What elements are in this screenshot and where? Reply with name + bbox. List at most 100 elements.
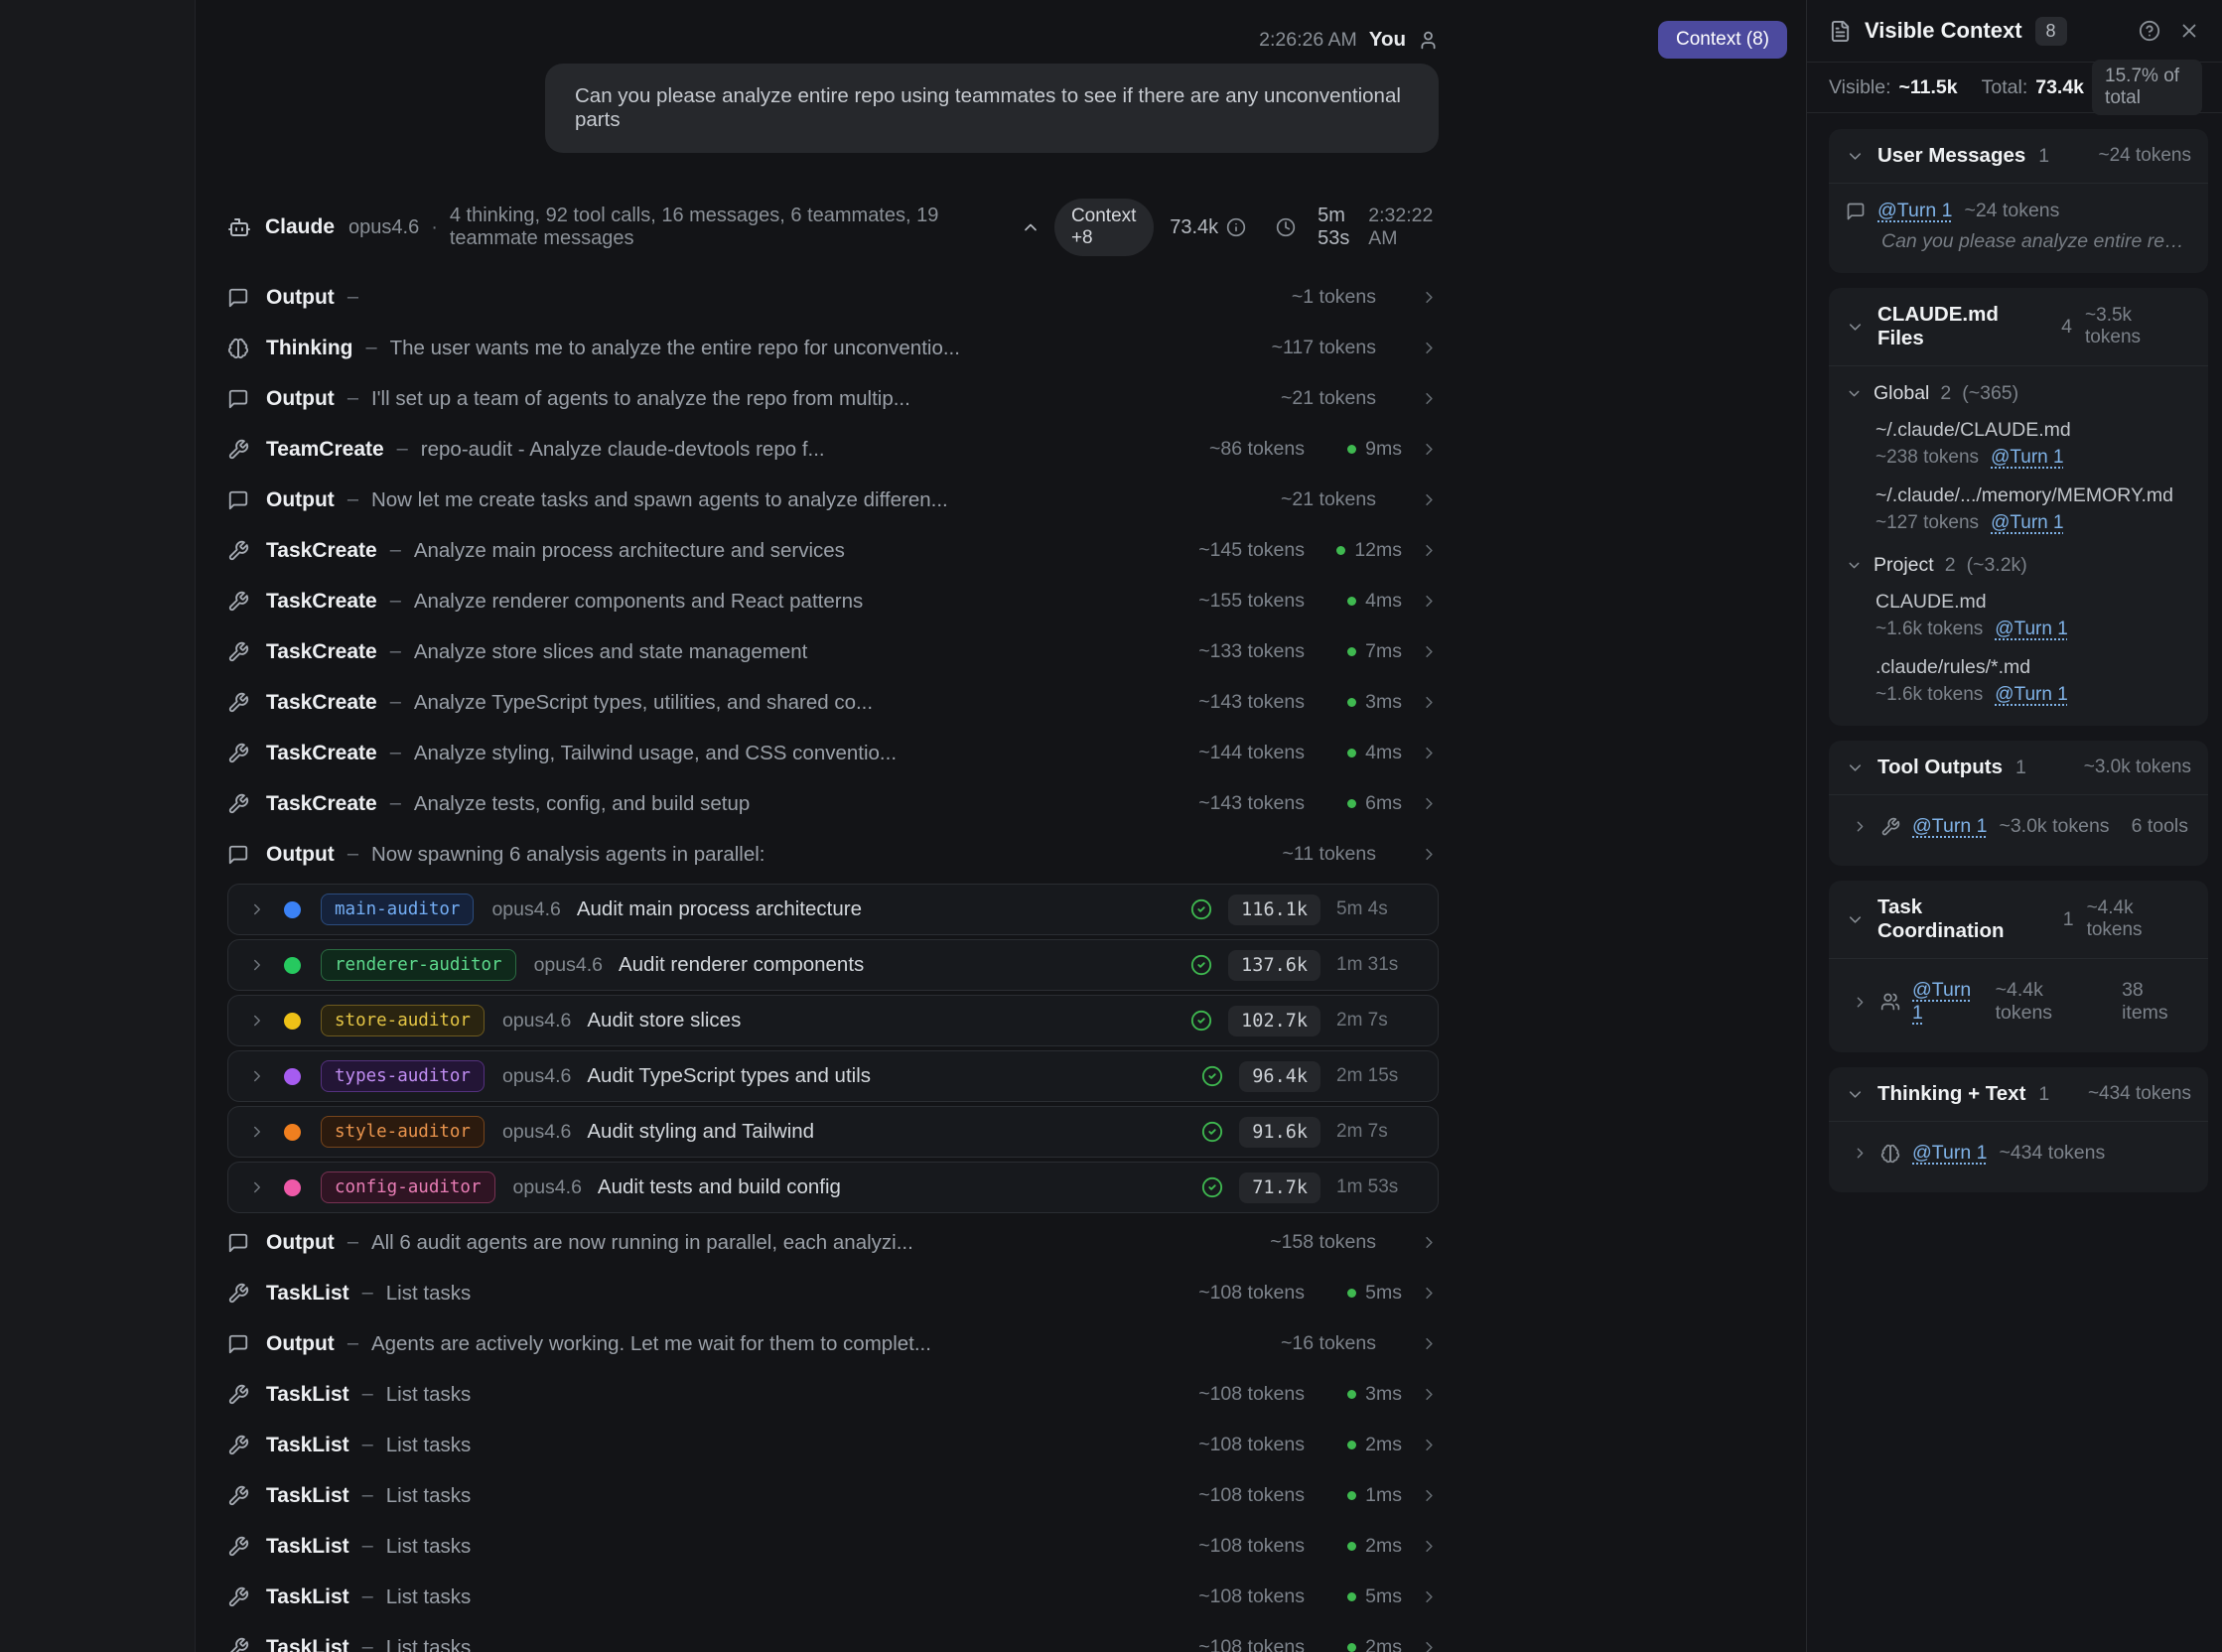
timeline-entry-tasklist[interactable]: TaskList–List tasks~108 tokens2ms [227, 1420, 1439, 1470]
turn-link[interactable]: @Turn 1 [1912, 815, 1987, 838]
context-count-button[interactable]: Context (8) [1658, 21, 1787, 59]
close-icon[interactable] [2178, 20, 2200, 42]
section-header[interactable]: Thinking + Text1~434 tokens [1829, 1067, 2208, 1121]
chevron-right-icon[interactable] [1420, 490, 1439, 509]
expand-chevron-right-icon[interactable] [248, 900, 266, 918]
help-icon[interactable] [2139, 20, 2160, 42]
message-square-icon [227, 388, 249, 410]
section-header[interactable]: Tool Outputs1~3.0k tokens [1829, 741, 2208, 794]
chevron-down-icon[interactable] [1846, 385, 1863, 402]
timeline-entry-tasklist[interactable]: TaskList–List tasks~108 tokens3ms [227, 1369, 1439, 1420]
chevron-down-icon[interactable] [1846, 758, 1865, 777]
section-header[interactable]: User Messages1~24 tokens [1829, 129, 2208, 183]
chevron-right-icon[interactable] [1852, 818, 1869, 835]
conversation-area: 2:26:26 AM You Can you please analyze en… [195, 0, 1806, 1652]
agent-row-types-auditor[interactable]: types-auditoropus4.6Audit TypeScript typ… [227, 1050, 1439, 1102]
agent-row-renderer-auditor[interactable]: renderer-auditoropus4.6Audit renderer co… [227, 939, 1439, 991]
info-icon[interactable] [1226, 217, 1246, 237]
chevron-right-icon[interactable] [1420, 642, 1439, 661]
turn-link[interactable]: @Turn 1 [1995, 619, 2068, 640]
agent-row-config-auditor[interactable]: config-auditoropus4.6Audit tests and bui… [227, 1162, 1439, 1213]
timeline-entry-tasklist[interactable]: TaskList–List tasks~108 tokens5ms [227, 1572, 1439, 1622]
timeline-entry-taskcreate[interactable]: TaskCreate–Analyze store slices and stat… [227, 626, 1439, 677]
agent-row-style-auditor[interactable]: style-auditoropus4.6Audit styling and Ta… [227, 1106, 1439, 1158]
timeline-entry-taskcreate[interactable]: TaskCreate–Analyze TypeScript types, uti… [227, 677, 1439, 728]
collapse-turn-chevron-up-icon[interactable] [1021, 217, 1041, 237]
chevron-down-icon[interactable] [1846, 910, 1865, 929]
timeline-entry-tasklist[interactable]: TaskList–List tasks~108 tokens5ms [227, 1268, 1439, 1318]
timeline-entry-output[interactable]: Output–All 6 audit agents are now runnin… [227, 1217, 1439, 1268]
chevron-right-icon[interactable] [1420, 440, 1439, 459]
percent-of-total-badge: 15.7% of total [2092, 60, 2202, 115]
agent-duration: 1m 31s [1336, 954, 1418, 976]
chevron-right-icon[interactable] [1420, 1436, 1439, 1454]
agent-row-main-auditor[interactable]: main-auditoropus4.6Audit main process ar… [227, 884, 1439, 935]
chevron-down-icon[interactable] [1846, 557, 1863, 574]
timeline-entry-output[interactable]: Output–Now spawning 6 analysis agents in… [227, 829, 1439, 880]
chevron-right-icon[interactable] [1420, 339, 1439, 357]
expand-chevron-right-icon[interactable] [248, 1067, 266, 1085]
timeline-entry-taskcreate[interactable]: TaskCreate–Analyze tests, config, and bu… [227, 778, 1439, 829]
chevron-right-icon[interactable] [1852, 1145, 1869, 1162]
timeline-entry-output[interactable]: Output–I'll set up a team of agents to a… [227, 373, 1439, 424]
turn-link[interactable]: @Turn 1 [1995, 684, 2068, 706]
section-token-count: ~3.5k tokens [2085, 305, 2191, 348]
turn-link[interactable]: @Turn 1 [1991, 447, 2064, 469]
agent-row-store-auditor[interactable]: store-auditoropus4.6Audit store slices10… [227, 995, 1439, 1046]
chevron-right-icon[interactable] [1420, 1537, 1439, 1556]
chevron-right-icon[interactable] [1852, 994, 1869, 1011]
chevron-right-icon[interactable] [1420, 1486, 1439, 1505]
chevron-right-icon[interactable] [1420, 744, 1439, 762]
success-dot [1336, 546, 1345, 555]
panel-header: Visible Context 8 [1807, 0, 2222, 63]
timeline-entry-tasklist[interactable]: TaskList–List tasks~108 tokens1ms [227, 1470, 1439, 1521]
expand-chevron-right-icon[interactable] [248, 1178, 266, 1196]
section-body: @Turn 1 ~434 tokens [1829, 1122, 2208, 1192]
context-item-row: @Turn 1~3.0k tokens6 tools [1846, 811, 2191, 846]
chevron-right-icon[interactable] [1420, 794, 1439, 813]
chevron-right-icon[interactable] [1420, 693, 1439, 712]
turn-link[interactable]: @Turn 1 [1912, 1142, 1987, 1165]
entry-dash: – [347, 1231, 358, 1254]
expand-chevron-right-icon[interactable] [248, 1123, 266, 1141]
chevron-right-icon[interactable] [1420, 1638, 1439, 1652]
timeline-entry-taskcreate[interactable]: TaskCreate–Analyze styling, Tailwind usa… [227, 728, 1439, 778]
timeline-entry-tasklist[interactable]: TaskList–List tasks~108 tokens2ms [227, 1622, 1439, 1652]
chevron-right-icon[interactable] [1420, 1385, 1439, 1404]
timeline-entry-teamcreate[interactable]: TeamCreate–repo-audit - Analyze claude-d… [227, 424, 1439, 475]
timeline-entry-taskcreate[interactable]: TaskCreate–Analyze main process architec… [227, 525, 1439, 576]
turn-link[interactable]: @Turn 1 [1912, 979, 1984, 1025]
chevron-right-icon[interactable] [1420, 1587, 1439, 1606]
entry-dash: – [362, 1484, 373, 1507]
chevron-right-icon[interactable] [1420, 1334, 1439, 1353]
chevron-right-icon[interactable] [1420, 845, 1439, 864]
chevron-right-icon[interactable] [1420, 389, 1439, 408]
chevron-right-icon[interactable] [1420, 592, 1439, 611]
section-header[interactable]: CLAUDE.md Files4~3.5k tokens [1829, 288, 2208, 365]
chevron-right-icon[interactable] [1420, 541, 1439, 560]
chevron-down-icon[interactable] [1846, 318, 1865, 337]
timeline-entry-taskcreate[interactable]: TaskCreate–Analyze renderer components a… [227, 576, 1439, 626]
timeline-entry-output[interactable]: Output–Now let me create tasks and spawn… [227, 475, 1439, 525]
turn-link[interactable]: @Turn 1 [1991, 512, 2064, 534]
entry-dash: – [347, 1332, 358, 1355]
chevron-down-icon[interactable] [1846, 1085, 1865, 1104]
chevron-down-icon[interactable] [1846, 147, 1865, 166]
item-token-count: ~434 tokens [1999, 1142, 2105, 1165]
chevron-right-icon[interactable] [1420, 1233, 1439, 1252]
chevron-right-icon[interactable] [1420, 1284, 1439, 1303]
entry-token-count: ~1 tokens [1292, 286, 1376, 309]
file-group-header[interactable]: Project2(~3.2k) [1846, 554, 2191, 577]
chevron-right-icon[interactable] [1420, 288, 1439, 307]
expand-chevron-right-icon[interactable] [248, 1012, 266, 1030]
timeline-entry-output[interactable]: Output–Agents are actively working. Let … [227, 1318, 1439, 1369]
timeline-entry-thinking[interactable]: Thinking–The user wants me to analyze th… [227, 323, 1439, 373]
entry-description: Now let me create tasks and spawn agents… [371, 488, 1261, 512]
section-header[interactable]: Task Coordination1~4.4k tokens [1829, 881, 2208, 958]
context-pill-button[interactable]: Context +8 [1054, 199, 1154, 256]
turn-link[interactable]: @Turn 1 [1877, 200, 1952, 222]
timeline-entry-tasklist[interactable]: TaskList–List tasks~108 tokens2ms [227, 1521, 1439, 1572]
file-group-header[interactable]: Global2(~365) [1846, 382, 2191, 405]
timeline-entry-output[interactable]: Output–~1 tokens [227, 272, 1439, 323]
expand-chevron-right-icon[interactable] [248, 956, 266, 974]
